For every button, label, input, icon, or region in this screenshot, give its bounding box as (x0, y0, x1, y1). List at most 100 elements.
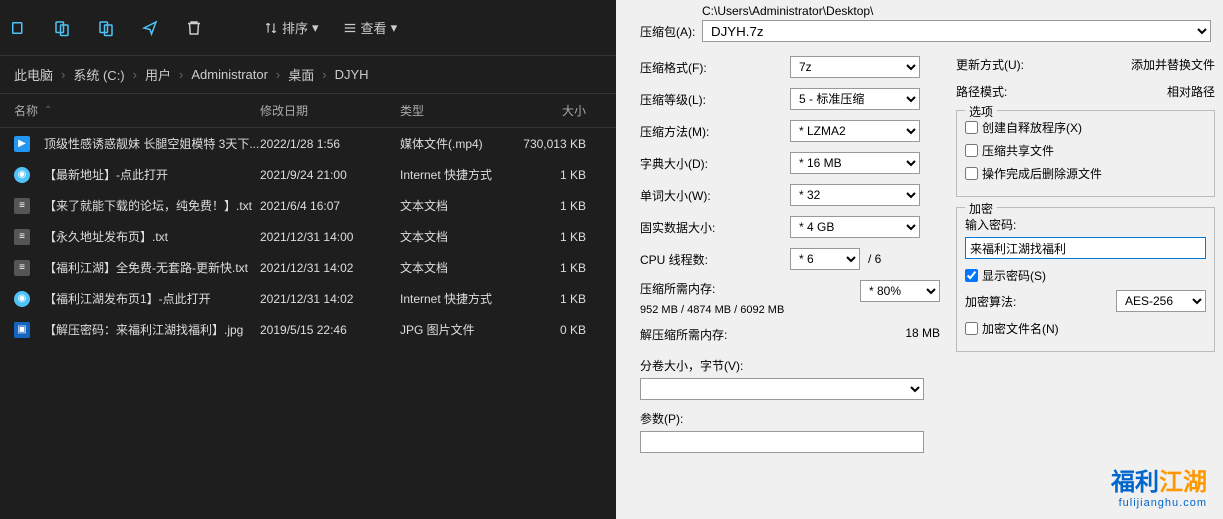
file-type: JPG 图片文件 (400, 321, 520, 338)
file-date: 2021/12/31 14:02 (260, 261, 400, 275)
options-group-label: 选项 (965, 103, 997, 120)
encrypt-names-label: 加密文件名(N) (982, 320, 1059, 337)
watermark: 福利江湖 fulijianghu.com (1111, 462, 1207, 509)
password-input[interactable] (965, 237, 1206, 259)
file-type: 文本文档 (400, 259, 520, 276)
share-checkbox[interactable] (965, 144, 978, 157)
file-type: 文本文档 (400, 228, 520, 245)
split-label: 分卷大小，字节(V): (640, 357, 940, 374)
update-label: 更新方式(U): (956, 56, 1024, 73)
file-size: 1 KB (520, 168, 600, 182)
sort-label: 排序 (282, 18, 308, 37)
file-list: ▶顶级性感诱惑靓妹 长腿空姐模特 3天下...2022/1/28 1:56媒体文… (0, 128, 616, 345)
chevron-down-icon: ▾ (312, 20, 319, 36)
file-icon: ≡ (14, 229, 30, 245)
cut-icon[interactable] (96, 18, 116, 38)
update-value: 添加并替换文件 (1131, 56, 1215, 73)
param-label: 参数(P): (640, 410, 940, 427)
file-date: 2021/6/4 16:07 (260, 199, 400, 213)
file-date: 2021/9/24 21:00 (260, 168, 400, 182)
file-name: 【福利江湖发布页1】-点此打开 (44, 290, 211, 307)
file-name: 【福利江湖】全免费-无套路-更新快.txt (44, 259, 248, 276)
encryption-group-label: 加密 (965, 200, 997, 217)
options-group: 选项 创建自释放程序(X) 压缩共享文件 操作完成后删除源文件 (956, 110, 1215, 197)
threads-total: / 6 (868, 252, 881, 266)
file-type: Internet 快捷方式 (400, 290, 520, 307)
sfx-checkbox[interactable] (965, 121, 978, 134)
view-label: 查看 (361, 18, 387, 37)
sort-button[interactable]: 排序 ▾ (264, 18, 319, 37)
file-icon: ◉ (14, 291, 30, 307)
pathmode-label: 路径模式: (956, 83, 1007, 100)
sort-asc-icon: ⌃ (44, 105, 52, 116)
table-row[interactable]: ◉ 【福利江湖发布页1】-点此打开 2021/12/31 14:02Internet… (0, 283, 616, 314)
breadcrumb-item[interactable]: DJYH (335, 67, 369, 82)
mem-compress-select[interactable]: * 80% (860, 280, 940, 302)
file-icon: ≡ (14, 198, 30, 214)
toolbar: 排序 ▾ 查看 ▾ (0, 0, 616, 56)
table-row[interactable]: ◉【最新地址】-点此打开2021/9/24 21:00Internet 快捷方式… (0, 159, 616, 190)
table-header: 名称⌃ 修改日期 类型 大小 (0, 94, 616, 128)
breadcrumb-item[interactable]: 桌面 (288, 65, 314, 84)
word-select[interactable]: * 32 (790, 184, 920, 206)
level-select[interactable]: 5 - 标准压缩 (790, 88, 920, 110)
col-date-header[interactable]: 修改日期 (260, 102, 400, 119)
file-icon: ≡ (14, 260, 30, 276)
mem-decompress-value: 18 MB (905, 326, 940, 343)
table-row[interactable]: ≡【永久地址发布页】.txt2021/12/31 14:00文本文档1 KB (0, 221, 616, 252)
archive-label: 压缩包(A): (640, 23, 696, 40)
mem-compress-detail: 952 MB / 4874 MB / 6092 MB (640, 304, 940, 316)
file-type: 文本文档 (400, 197, 520, 214)
share-icon[interactable] (140, 18, 160, 38)
archive-name-select[interactable]: DJYH.7z (702, 20, 1211, 42)
file-type: Internet 快捷方式 (400, 166, 520, 183)
table-row[interactable]: ▣ 【解压密码：来福利江湖找福利】.jpg 2019/5/15 22:46JPG 图… (0, 314, 616, 345)
table-row[interactable]: ≡ 【福利江湖】全免费-无套路-更新快.txt 2021/12/31 14:02文本… (0, 252, 616, 283)
file-date: 2019/5/15 22:46 (260, 323, 400, 337)
copy-icon[interactable] (8, 18, 28, 38)
file-type: 媒体文件(.mp4) (400, 135, 520, 152)
method-select[interactable]: * LZMA2 (790, 120, 920, 142)
breadcrumb-item[interactable]: Administrator (191, 67, 268, 82)
table-row[interactable]: ≡【来了就能下载的论坛，纯免费！】.txt2021/6/4 16:07文本文档1… (0, 190, 616, 221)
breadcrumb-item[interactable]: 用户 (145, 65, 171, 84)
file-date: 2021/12/31 14:02 (260, 292, 400, 306)
view-button[interactable]: 查看 ▾ (343, 18, 398, 37)
show-password-label: 显示密码(S) (982, 267, 1046, 284)
col-size-header[interactable]: 大小 (520, 102, 600, 119)
mem-decompress-label: 解压缩所需内存: (640, 326, 727, 343)
format-select[interactable]: 7z (790, 56, 920, 78)
dict-label: 字典大小(D): (640, 155, 790, 172)
archive-path: C:\Users\Administrator\Desktop\ (702, 4, 873, 18)
encrypt-names-checkbox[interactable] (965, 322, 978, 335)
delete-icon[interactable] (184, 18, 204, 38)
solid-select[interactable]: * 4 GB (790, 216, 920, 238)
algo-label: 加密算法: (965, 293, 1016, 310)
share-label: 压缩共享文件 (982, 142, 1054, 159)
algo-select[interactable]: AES-256 (1116, 290, 1206, 312)
delete-checkbox[interactable] (965, 167, 978, 180)
file-name: 【解压密码：来福利江湖找福利】.jpg (44, 321, 243, 338)
split-select[interactable] (640, 378, 924, 400)
breadcrumb-item[interactable]: 此电脑 (14, 65, 53, 84)
level-label: 压缩等级(L): (640, 91, 790, 108)
paste-icon[interactable] (52, 18, 72, 38)
chevron-down-icon: ▾ (391, 20, 398, 36)
chevron-right-icon: › (179, 67, 183, 82)
param-input[interactable] (640, 431, 924, 453)
show-password-checkbox[interactable] (965, 269, 978, 282)
compress-dialog: C:\Users\Administrator\Desktop\ 压缩包(A): … (616, 0, 1223, 519)
breadcrumb-item[interactable]: 系统 (C:) (73, 65, 124, 84)
col-type-header[interactable]: 类型 (400, 102, 520, 119)
threads-select[interactable]: * 6 (790, 248, 860, 270)
col-name-header[interactable]: 名称⌃ (0, 102, 260, 119)
file-size: 730,013 KB (520, 137, 600, 151)
file-icon: ▣ (14, 322, 30, 338)
breadcrumb[interactable]: 此电脑› 系统 (C:)› 用户› Administrator› 桌面› DJY… (0, 56, 616, 94)
file-size: 1 KB (520, 199, 600, 213)
file-size: 1 KB (520, 230, 600, 244)
file-explorer-panel: 排序 ▾ 查看 ▾ 此电脑› 系统 (C:)› 用户› Administrato… (0, 0, 616, 519)
table-row[interactable]: ▶顶级性感诱惑靓妹 长腿空姐模特 3天下...2022/1/28 1:56媒体文… (0, 128, 616, 159)
file-icon: ◉ (14, 167, 30, 183)
dict-select[interactable]: * 16 MB (790, 152, 920, 174)
